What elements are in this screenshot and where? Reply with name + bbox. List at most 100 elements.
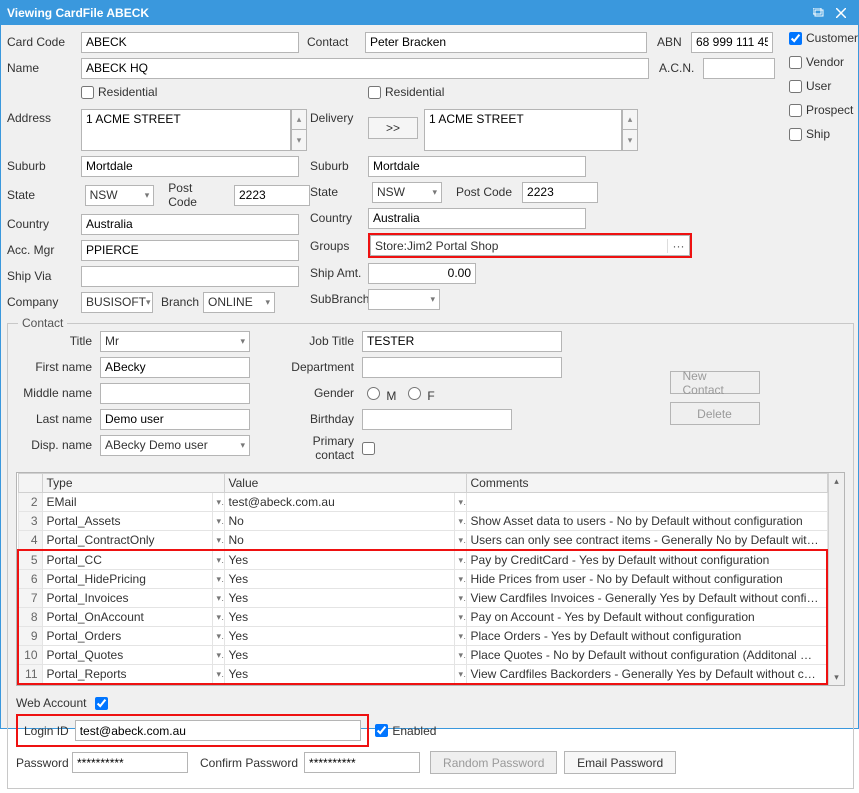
- country-left-field[interactable]: [81, 214, 299, 235]
- suburb-left-field[interactable]: [81, 156, 299, 177]
- job-title-field[interactable]: [362, 331, 562, 352]
- postcode-left-field[interactable]: [234, 185, 310, 206]
- grid-header-value[interactable]: Value: [224, 474, 466, 493]
- table-row[interactable]: 3Portal_Assets▾No▾Show Asset data to use…: [18, 512, 827, 531]
- table-row[interactable]: 5Portal_CC▾Yes▾Pay by CreditCard - Yes b…: [18, 550, 827, 570]
- copy-address-button[interactable]: >>: [368, 117, 418, 139]
- value-dropdown-icon[interactable]: ▾: [454, 550, 466, 570]
- prospect-checkbox[interactable]: [789, 104, 802, 117]
- acc-mgr-field[interactable]: [81, 240, 299, 261]
- birthday-field[interactable]: [362, 409, 512, 430]
- table-row[interactable]: 7Portal_Invoices▾Yes▾View Cardfiles Invo…: [18, 589, 827, 608]
- addr-left-up-icon[interactable]: ▴: [291, 109, 307, 130]
- acn-field[interactable]: [703, 58, 775, 79]
- customer-checkbox[interactable]: [789, 32, 802, 45]
- value-dropdown-icon[interactable]: ▾: [454, 665, 466, 685]
- gender-m-radio[interactable]: [367, 387, 380, 400]
- confirm-password-field[interactable]: [304, 752, 420, 773]
- grid-header-type[interactable]: Type: [42, 474, 224, 493]
- value-dropdown-icon[interactable]: ▾: [454, 570, 466, 589]
- email-password-button[interactable]: Email Password: [564, 751, 676, 774]
- vendor-checkbox[interactable]: [789, 56, 802, 69]
- type-dropdown-icon[interactable]: ▾: [212, 550, 224, 570]
- disp-name-value: ABecky Demo user: [105, 438, 208, 452]
- value-dropdown-icon[interactable]: ▾: [454, 646, 466, 665]
- table-row[interactable]: 6Portal_HidePricing▾Yes▾Hide Prices from…: [18, 570, 827, 589]
- type-dropdown-icon[interactable]: ▾: [212, 665, 224, 685]
- login-id-field[interactable]: [75, 720, 361, 741]
- table-row[interactable]: 11Portal_Reports▾Yes▾View Cardfiles Back…: [18, 665, 827, 685]
- addr-left-down-icon[interactable]: ▾: [291, 130, 307, 151]
- groups-more-icon[interactable]: ···: [667, 239, 689, 253]
- web-account-checkbox[interactable]: [95, 697, 108, 710]
- contact-grid[interactable]: Type Value Comments 2EMail▾test@abeck.co…: [16, 472, 845, 686]
- country-right-field[interactable]: [368, 208, 586, 229]
- name-field[interactable]: [81, 58, 649, 79]
- title-select[interactable]: Mr▾: [100, 331, 250, 352]
- address-left-field[interactable]: [81, 109, 291, 151]
- new-contact-button[interactable]: New Contact: [670, 371, 760, 394]
- grid-header-comments[interactable]: Comments: [466, 474, 827, 493]
- state-right-select[interactable]: NSW▾: [372, 182, 442, 203]
- state-left-select[interactable]: NSW▾: [85, 185, 155, 206]
- grid-scrollbar[interactable]: ▴ ▾: [828, 473, 844, 685]
- table-row[interactable]: 4Portal_ContractOnly▾No▾Users can only s…: [18, 531, 827, 551]
- titlebar[interactable]: Viewing CardFile ABECK: [1, 1, 858, 25]
- type-dropdown-icon[interactable]: ▾: [212, 589, 224, 608]
- type-dropdown-icon[interactable]: ▾: [212, 627, 224, 646]
- value-dropdown-icon[interactable]: ▾: [454, 493, 466, 512]
- subbranch-select[interactable]: ▾: [368, 289, 440, 310]
- type-dropdown-icon[interactable]: ▾: [212, 608, 224, 627]
- password-field[interactable]: [72, 752, 188, 773]
- value-dropdown-icon[interactable]: ▾: [454, 512, 466, 531]
- value-dropdown-icon[interactable]: ▾: [454, 589, 466, 608]
- table-row[interactable]: 10Portal_Quotes▾Yes▾Place Quotes - No by…: [18, 646, 827, 665]
- label-abn: ABN: [657, 35, 691, 49]
- addr-right-down-icon[interactable]: ▾: [622, 130, 638, 151]
- ship-checkbox[interactable]: [789, 128, 802, 141]
- type-dropdown-icon[interactable]: ▾: [212, 646, 224, 665]
- ship-via-field[interactable]: [81, 266, 299, 287]
- ship-amt-field[interactable]: [368, 263, 476, 284]
- close-icon[interactable]: [830, 4, 852, 22]
- postcode-right-field[interactable]: [522, 182, 598, 203]
- addr-right-up-icon[interactable]: ▴: [622, 109, 638, 130]
- grid-scroll-up-icon[interactable]: ▴: [829, 473, 844, 489]
- contact-legend: Contact: [18, 316, 67, 330]
- residential-right-checkbox[interactable]: [368, 86, 381, 99]
- enabled-checkbox[interactable]: [375, 724, 388, 737]
- value-dropdown-icon[interactable]: ▾: [454, 608, 466, 627]
- address-right-field[interactable]: [424, 109, 622, 151]
- first-name-field[interactable]: [100, 357, 250, 378]
- table-row[interactable]: 8Portal_OnAccount▾Yes▾Pay on Account - Y…: [18, 608, 827, 627]
- type-dropdown-icon[interactable]: ▾: [212, 512, 224, 531]
- cell-comments: Hide Prices from user - No by Default wi…: [466, 570, 827, 589]
- last-name-field[interactable]: [100, 409, 250, 430]
- company-select[interactable]: BUSISOFT▾: [81, 292, 153, 313]
- card-code-field[interactable]: [81, 32, 299, 53]
- abn-field[interactable]: [691, 32, 773, 53]
- disp-name-select[interactable]: ABecky Demo user▾: [100, 435, 250, 456]
- suburb-right-field[interactable]: [368, 156, 586, 177]
- middle-name-field[interactable]: [100, 383, 250, 404]
- table-row[interactable]: 2EMail▾test@abeck.com.au▾: [18, 493, 827, 512]
- value-dropdown-icon[interactable]: ▾: [454, 531, 466, 551]
- primary-contact-checkbox[interactable]: [362, 442, 375, 455]
- branch-select[interactable]: ONLINE▾: [203, 292, 275, 313]
- restore-icon[interactable]: [808, 4, 830, 22]
- value-dropdown-icon[interactable]: ▾: [454, 627, 466, 646]
- delete-button[interactable]: Delete: [670, 402, 760, 425]
- type-dropdown-icon[interactable]: ▾: [212, 531, 224, 551]
- grid-scroll-down-icon[interactable]: ▾: [829, 669, 844, 685]
- random-password-button[interactable]: Random Password: [430, 751, 557, 774]
- residential-left-checkbox[interactable]: [81, 86, 94, 99]
- user-checkbox[interactable]: [789, 80, 802, 93]
- type-dropdown-icon[interactable]: ▾: [212, 570, 224, 589]
- contact-field[interactable]: [365, 32, 647, 53]
- department-field[interactable]: [362, 357, 562, 378]
- gender-f-radio[interactable]: [408, 387, 421, 400]
- type-dropdown-icon[interactable]: ▾: [212, 493, 224, 512]
- cell-value: Yes: [224, 646, 454, 665]
- table-row[interactable]: 9Portal_Orders▾Yes▾Place Orders - Yes by…: [18, 627, 827, 646]
- label-first-name: First name: [16, 360, 100, 374]
